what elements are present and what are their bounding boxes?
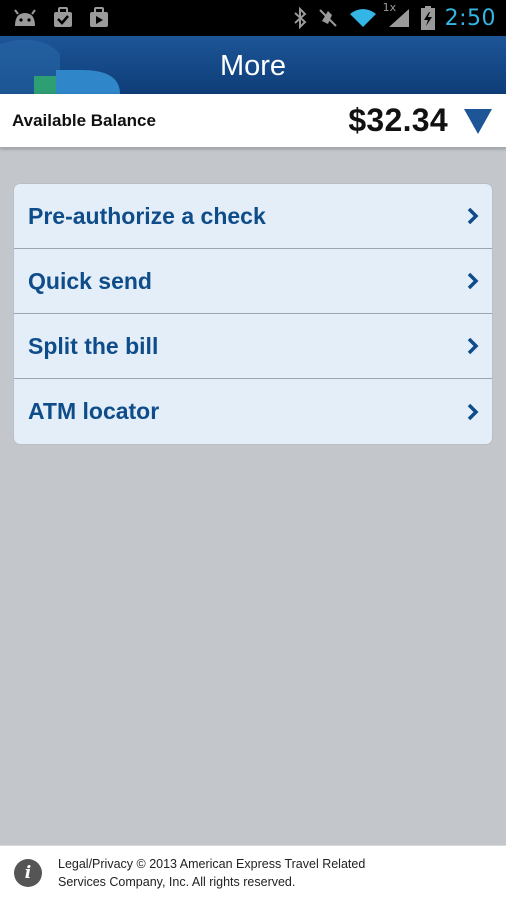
page-title: More <box>219 50 287 82</box>
android-debug-icon <box>12 9 38 27</box>
play-store-icon <box>88 7 110 29</box>
menu-item-pre-authorize-check[interactable]: Pre-authorize a check <box>14 184 492 249</box>
status-bar: 1x 2:50 <box>0 0 506 36</box>
battery-charging-icon <box>420 6 435 30</box>
menu-item-label: Pre-authorize a check <box>28 202 266 229</box>
footer-line-1: Legal/Privacy © 2013 American Express Tr… <box>58 857 366 871</box>
menu-item-atm-locator[interactable]: ATM locator <box>14 379 492 444</box>
chevron-right-icon <box>466 271 480 291</box>
chevron-right-icon <box>466 206 480 226</box>
menu-item-split-the-bill[interactable]: Split the bill <box>14 314 492 379</box>
wifi-icon <box>349 7 377 29</box>
app-header: More <box>0 36 506 94</box>
menu-item-label: Quick send <box>28 267 152 294</box>
footer-line-2: Services Company, Inc. All rights reserv… <box>58 875 296 889</box>
status-left-icons <box>0 7 110 29</box>
menu-item-label: ATM locator <box>28 398 160 424</box>
checkbox-download-icon <box>52 7 74 29</box>
chevron-right-icon <box>466 402 480 422</box>
balance-bar: Available Balance $32.34 <box>0 94 506 148</box>
balance-label: Available Balance <box>12 110 156 130</box>
balance-dropdown-button[interactable] <box>462 106 494 136</box>
menu-item-quick-send[interactable]: Quick send <box>14 249 492 314</box>
balance-amount: $32.34 <box>348 102 448 138</box>
info-icon[interactable]: i <box>14 859 42 887</box>
chevron-right-icon <box>466 336 480 356</box>
status-time: 2:50 <box>444 5 496 31</box>
menu-item-label: Split the bill <box>28 332 159 359</box>
triangle-down-icon <box>464 108 492 134</box>
footer: i Legal/Privacy © 2013 American Express … <box>0 845 506 900</box>
signal-type-label: 1x <box>382 1 397 14</box>
vibrate-off-icon <box>317 7 339 29</box>
more-menu-list: Pre-authorize a check Quick send Split t… <box>14 184 492 444</box>
signal-icon: 1x <box>383 1 411 29</box>
legal-privacy-link[interactable]: Legal/Privacy © 2013 American Express Tr… <box>58 855 365 891</box>
bluetooth-icon <box>293 7 307 29</box>
status-right-icons: 1x 2:50 <box>293 1 506 31</box>
